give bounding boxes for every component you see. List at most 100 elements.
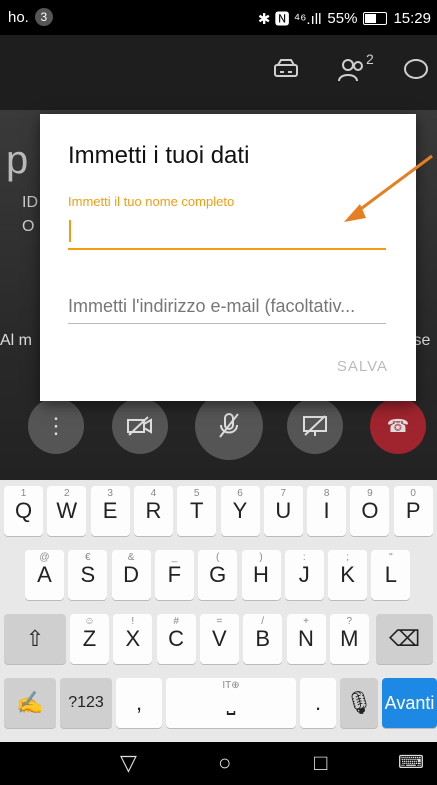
- key-a[interactable]: @ A: [25, 550, 64, 600]
- key-label: B: [255, 626, 271, 651]
- key-h[interactable]: ) H: [241, 550, 281, 600]
- more-options-button[interactable]: ⋮: [28, 398, 84, 454]
- key-hint: 3: [107, 488, 113, 499]
- more-vert-icon: ⋮: [45, 413, 67, 438]
- key-b[interactable]: / B: [243, 614, 283, 664]
- key-f[interactable]: _ F: [154, 550, 194, 600]
- keyboard-hide-icon[interactable]: ⌨: [398, 752, 424, 773]
- screen-share-off-icon: [303, 415, 327, 436]
- key-k[interactable]: ; K: [328, 550, 368, 600]
- key-hint: /: [261, 616, 265, 627]
- shift-key[interactable]: ⇧: [4, 614, 66, 664]
- symbols-key[interactable]: ?123: [60, 678, 112, 728]
- key-v[interactable]: = V: [199, 614, 239, 664]
- home-icon[interactable]: ○: [218, 750, 231, 776]
- key-label: E: [102, 498, 118, 523]
- key-hint: 1: [20, 488, 27, 499]
- key-label: .: [314, 690, 322, 715]
- key-y[interactable]: 6Y: [220, 486, 260, 536]
- key-o[interactable]: 9O: [350, 486, 390, 536]
- key-hint: 9: [367, 488, 373, 499]
- key-hint: ): [259, 552, 263, 563]
- key-s[interactable]: € S: [68, 550, 108, 600]
- space-key[interactable]: IT⊕ ⎵: [166, 678, 296, 728]
- key-hint: _: [171, 552, 178, 563]
- keyboard: 1 Q 2 W 3 E 4 R 5 T 6 Y 7 U 8 I 9 O 0 P @ A € S & D _ F(G) H: J; K " L ⇧ ☺…: [0, 480, 437, 742]
- navigation-bar: ▽ ○ □ ⌨: [0, 742, 437, 785]
- period-key[interactable]: .: [300, 678, 336, 728]
- key-e[interactable]: 3E: [90, 486, 130, 536]
- key-hint: ☺: [84, 616, 95, 627]
- key-hint: 0: [410, 488, 416, 499]
- key-x[interactable]: ! X: [113, 614, 153, 664]
- back-icon[interactable]: ▽: [120, 750, 137, 776]
- key-label: ⇧: [25, 626, 45, 651]
- key-label: Q: [14, 498, 33, 523]
- key-q[interactable]: 1Q: [4, 486, 43, 536]
- key-label: X: [125, 626, 141, 651]
- key-hint: ?: [346, 616, 353, 627]
- key-label: L: [384, 562, 398, 587]
- key-hint: 6: [237, 488, 243, 499]
- email-input[interactable]: Immetti l'indirizzo e-mail (facoltativ..…: [68, 289, 386, 324]
- key-hint: ;: [346, 552, 349, 563]
- key-j[interactable]: :J: [284, 550, 324, 600]
- key-i[interactable]: 8I: [307, 486, 347, 536]
- key-label: D: [123, 562, 140, 587]
- key-label: U: [275, 498, 292, 523]
- handwriting-key[interactable]: ✍: [4, 678, 56, 728]
- annotation-arrow: [344, 154, 433, 222]
- mute-button[interactable]: [195, 392, 263, 460]
- key-label: J: [298, 562, 310, 587]
- backspace-key[interactable]: ⌫: [376, 614, 433, 664]
- key-label: P: [405, 498, 421, 523]
- key-hint: 7: [280, 488, 287, 499]
- key-label: K: [340, 562, 355, 587]
- key-label: I: [323, 498, 330, 523]
- key-r[interactable]: 4R: [133, 486, 173, 536]
- enter-key[interactable]: Avanti: [382, 678, 437, 728]
- key-hint: &: [127, 552, 135, 563]
- voice-input-key[interactable]: 🎙: [340, 678, 378, 728]
- key-d[interactable]: & D: [111, 550, 151, 600]
- recents-icon[interactable]: □: [314, 750, 327, 776]
- key-label: 🎙: [345, 690, 373, 715]
- key-label: F: [167, 562, 182, 587]
- key-hint: 4: [150, 488, 157, 499]
- comma-key[interactable]: ,: [116, 678, 162, 728]
- key-label: Z: [82, 626, 97, 651]
- share-screen-button[interactable]: [287, 398, 343, 454]
- key-u[interactable]: 7U: [263, 486, 303, 536]
- key-hint: (: [216, 552, 220, 563]
- key-label: A: [37, 562, 52, 587]
- key-n[interactable]: + N: [286, 614, 326, 664]
- key-hint: @: [39, 552, 50, 563]
- hang-up-button[interactable]: ☎: [370, 398, 426, 454]
- key-label: T: [189, 498, 204, 523]
- key-hint: =: [216, 616, 223, 627]
- save-button[interactable]: SALVA: [337, 358, 388, 375]
- video-off-button[interactable]: [112, 398, 168, 454]
- background-label-left: Al m: [0, 332, 32, 349]
- key-label: R: [145, 498, 162, 523]
- hang-up-icon: ☎: [386, 415, 410, 436]
- key-l[interactable]: " L: [371, 550, 411, 600]
- key-c[interactable]: # C: [156, 614, 196, 664]
- key-w[interactable]: 2W: [47, 486, 87, 536]
- key-hint: +: [303, 616, 309, 627]
- key-t[interactable]: 5T: [177, 486, 217, 536]
- video-off-icon: [127, 416, 152, 436]
- key-hint: 2: [64, 488, 70, 499]
- key-label: H: [253, 562, 269, 587]
- key-hint: €: [85, 552, 91, 563]
- key-label: S: [80, 562, 96, 587]
- key-hint: ": [389, 552, 393, 563]
- key-label: W: [56, 498, 78, 523]
- key-m[interactable]: ? M: [329, 614, 369, 664]
- key-g[interactable]: (G: [198, 550, 238, 600]
- key-hint: IT⊕: [222, 680, 240, 691]
- key-z[interactable]: ☺ Z: [70, 614, 109, 664]
- key-p[interactable]: 0P: [393, 486, 433, 536]
- key-label: Y: [232, 498, 248, 523]
- key-label: V: [212, 626, 227, 651]
